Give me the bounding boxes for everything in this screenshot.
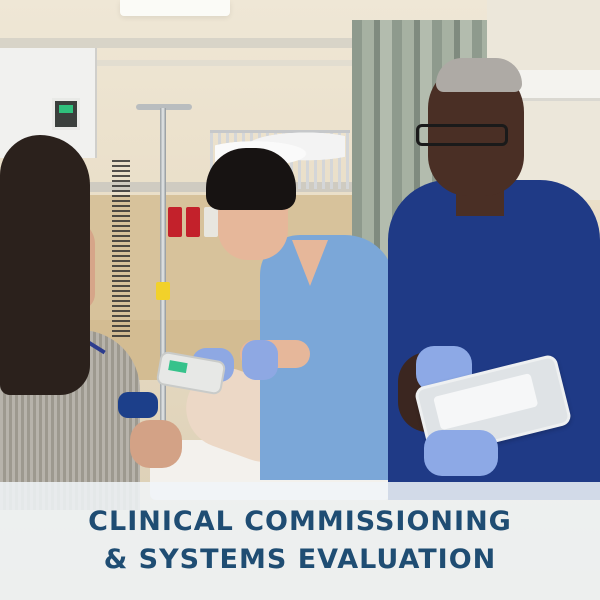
title-banner[interactable]: CLINICAL COMMISSIONING & SYSTEMS EVALUAT… [0,482,600,600]
power-outlet [168,207,182,237]
glove-hand [242,340,278,380]
coiled-cord [112,160,130,340]
ceiling-light [120,0,230,16]
nurse-hair [0,135,90,395]
nurse-hand [130,420,182,468]
clinician-hair-grey [436,58,522,92]
power-outlet [204,207,218,237]
clinician-hair [206,148,296,210]
service-tile[interactable]: CLINICAL COMMISSIONING & SYSTEMS EVALUAT… [0,0,600,600]
blood-pressure-cuff [118,392,158,418]
glove-hand [424,430,498,476]
iv-pole [160,108,166,438]
eyeglasses-icon [416,124,508,146]
title-line-2: & SYSTEMS EVALUATION [103,544,497,575]
title-line-1: CLINICAL COMMISSIONING [88,506,512,537]
power-outlet [186,207,200,237]
iv-pole-clamp [156,282,170,300]
wall-rail [0,38,360,48]
